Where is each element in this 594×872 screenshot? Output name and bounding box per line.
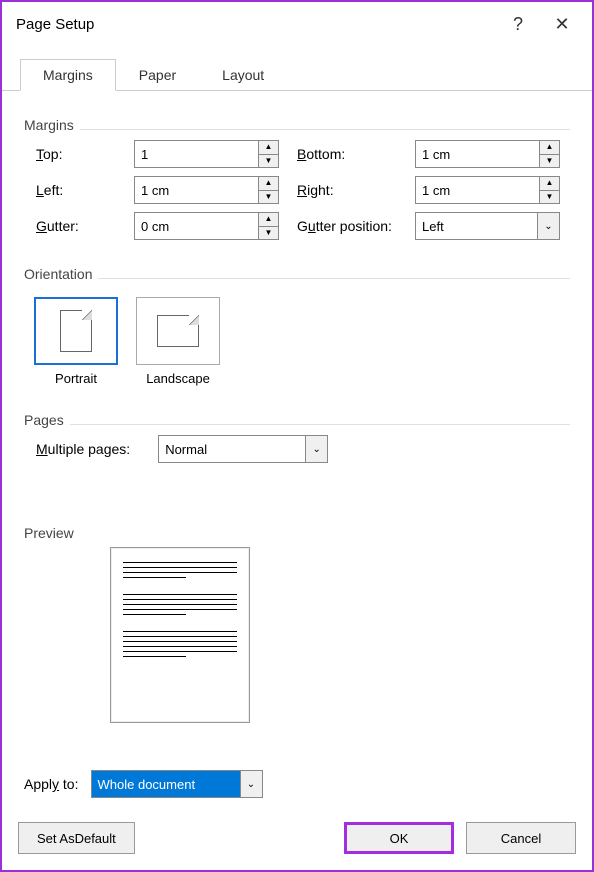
gutter-label: Gutter: bbox=[36, 218, 116, 234]
page-setup-dialog: Page Setup ? ✕ Margins Paper Layout Marg… bbox=[0, 0, 594, 872]
right-spin-down[interactable]: ▼ bbox=[540, 191, 559, 204]
landscape-label: Landscape bbox=[136, 371, 220, 386]
preview-section: Preview bbox=[24, 513, 570, 737]
apply-to-value: Whole document bbox=[92, 771, 240, 797]
bottom-label: Bottom: bbox=[297, 146, 397, 162]
cancel-button[interactable]: Cancel bbox=[466, 822, 576, 854]
orientation-heading: Orientation bbox=[24, 266, 98, 282]
apply-to-dropdown[interactable]: Whole document ⌄ bbox=[91, 770, 263, 798]
left-spin-up[interactable]: ▲ bbox=[259, 177, 278, 191]
page-portrait-icon bbox=[60, 310, 92, 352]
apply-to-label: Apply to: bbox=[24, 776, 79, 792]
landscape-icon-box bbox=[136, 297, 220, 365]
page-landscape-icon bbox=[157, 315, 199, 347]
chevron-down-icon[interactable]: ⌄ bbox=[537, 213, 559, 239]
tab-paper[interactable]: Paper bbox=[116, 59, 199, 91]
pages-section: Pages Multiple pages: Normal ⌄ bbox=[24, 400, 570, 477]
gutter-spin-down[interactable]: ▼ bbox=[259, 227, 278, 240]
titlebar: Page Setup ? ✕ bbox=[2, 2, 592, 46]
close-button[interactable]: ✕ bbox=[540, 5, 584, 43]
gutter-spinner[interactable]: ▲ ▼ bbox=[134, 212, 279, 240]
multiple-pages-value: Normal bbox=[159, 436, 305, 462]
right-label: Right: bbox=[297, 182, 397, 198]
bottom-spin-down[interactable]: ▼ bbox=[540, 155, 559, 168]
bottom-spinner[interactable]: ▲ ▼ bbox=[415, 140, 560, 168]
right-input[interactable] bbox=[416, 177, 539, 203]
apply-to-row: Apply to: Whole document ⌄ bbox=[24, 762, 570, 798]
tab-layout[interactable]: Layout bbox=[199, 59, 287, 91]
multiple-pages-dropdown[interactable]: Normal ⌄ bbox=[158, 435, 328, 463]
tab-margins[interactable]: Margins bbox=[20, 59, 116, 91]
bottom-input[interactable] bbox=[416, 141, 539, 167]
margins-heading: Margins bbox=[24, 117, 80, 133]
pages-heading: Pages bbox=[24, 412, 70, 428]
left-label: Left: bbox=[36, 182, 116, 198]
top-spinner[interactable]: ▲ ▼ bbox=[134, 140, 279, 168]
top-input[interactable] bbox=[135, 141, 258, 167]
top-spin-down[interactable]: ▼ bbox=[259, 155, 278, 168]
window-title: Page Setup bbox=[16, 16, 496, 33]
portrait-icon-box bbox=[34, 297, 118, 365]
ok-button[interactable]: OK bbox=[344, 822, 454, 854]
tabstrip: Margins Paper Layout bbox=[2, 46, 592, 91]
right-spin-up[interactable]: ▲ bbox=[540, 177, 559, 191]
top-spin-up[interactable]: ▲ bbox=[259, 141, 278, 155]
margins-section: Margins Top: ▲ ▼ Bottom: ▲ ▼ bbox=[24, 105, 570, 254]
tab-content: Margins Top: ▲ ▼ Bottom: ▲ ▼ bbox=[2, 91, 592, 812]
gutter-position-dropdown[interactable]: Left ⌄ bbox=[415, 212, 560, 240]
multiple-pages-label: Multiple pages: bbox=[36, 441, 130, 457]
help-button[interactable]: ? bbox=[496, 5, 540, 43]
gutter-input[interactable] bbox=[135, 213, 258, 239]
top-label: Top: bbox=[36, 146, 116, 162]
gutter-spin-up[interactable]: ▲ bbox=[259, 213, 278, 227]
gutter-position-value: Left bbox=[416, 213, 537, 239]
left-input[interactable] bbox=[135, 177, 258, 203]
orientation-section: Orientation Portrait Landscape bbox=[24, 254, 570, 400]
gutter-position-label: Gutter position: bbox=[297, 218, 397, 234]
set-as-default-button[interactable]: Set As Default bbox=[18, 822, 135, 854]
left-spin-down[interactable]: ▼ bbox=[259, 191, 278, 204]
left-spinner[interactable]: ▲ ▼ bbox=[134, 176, 279, 204]
orientation-landscape[interactable]: Landscape bbox=[136, 297, 220, 386]
right-spinner[interactable]: ▲ ▼ bbox=[415, 176, 560, 204]
portrait-label: Portrait bbox=[34, 371, 118, 386]
orientation-portrait[interactable]: Portrait bbox=[34, 297, 118, 386]
chevron-down-icon[interactable]: ⌄ bbox=[240, 771, 262, 797]
chevron-down-icon[interactable]: ⌄ bbox=[305, 436, 327, 462]
preview-page-icon bbox=[110, 547, 250, 723]
dialog-footer: Set As Default OK Cancel bbox=[2, 812, 592, 870]
bottom-spin-up[interactable]: ▲ bbox=[540, 141, 559, 155]
preview-heading: Preview bbox=[24, 525, 80, 541]
